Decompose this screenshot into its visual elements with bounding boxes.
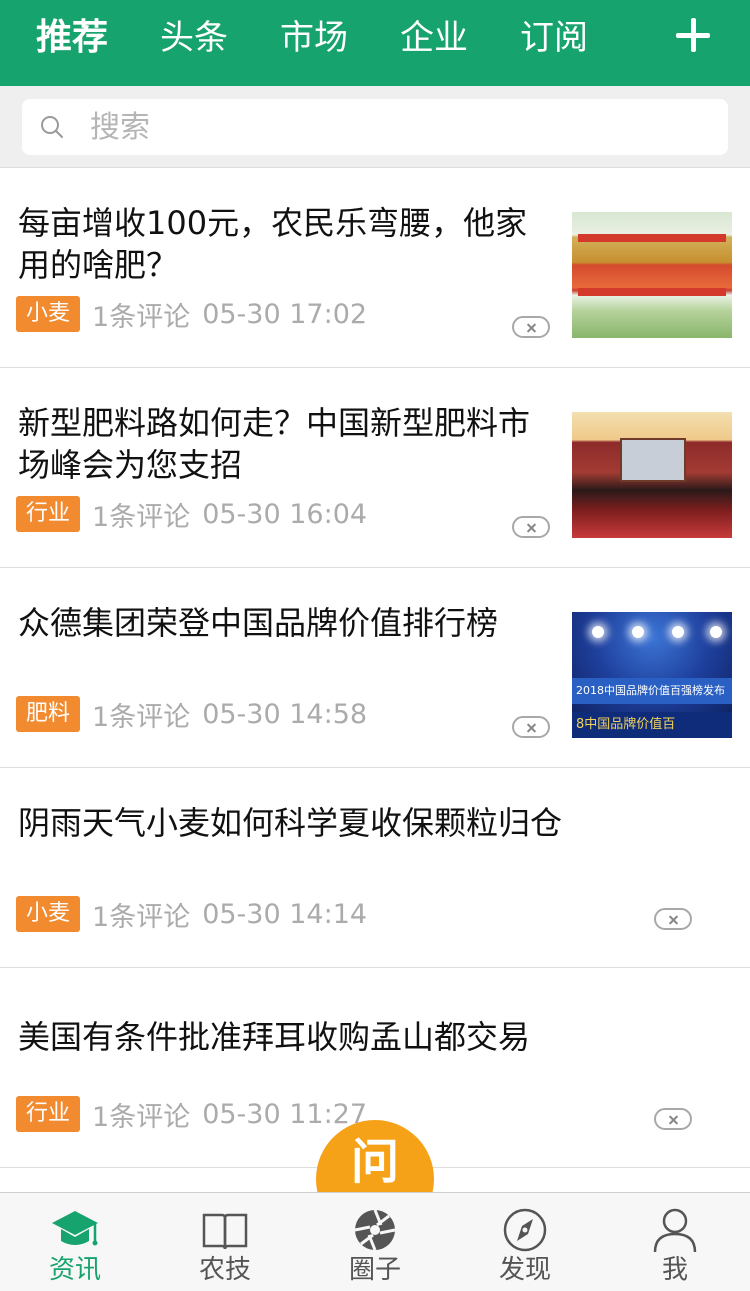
thumbnail-caption: 2018中国品牌价值百强榜发布 (576, 684, 725, 697)
stage-light (672, 626, 684, 638)
nav-item-discover[interactable]: 发现 (450, 1193, 600, 1291)
category-tag: 肥料 (16, 696, 81, 732)
tab-headlines[interactable]: 头条 (160, 14, 228, 62)
dismiss-icon[interactable] (654, 908, 692, 930)
news-title[interactable]: 每亩增收100元，农民乐弯腰，他家用的啥肥？ (18, 202, 558, 286)
publish-time: 05-30 14:14 (202, 898, 368, 930)
top-tab-bar: 推荐 头条 市场 企业 订阅 (0, 0, 750, 86)
news-thumbnail[interactable] (572, 412, 732, 538)
publish-time: 05-30 11:27 (202, 1098, 368, 1130)
banner-shape (578, 288, 726, 296)
search-bar (0, 86, 750, 168)
news-meta: 肥料 1条评论 05-30 14:58 (16, 696, 368, 733)
news-title[interactable]: 新型肥料路如何走？中国新型肥料市场峰会为您支招 (18, 402, 558, 486)
news-meta: 小麦 1条评论 05-30 17:02 (16, 296, 368, 333)
tab-subscribe[interactable]: 订阅 (520, 14, 588, 62)
comment-count: 1条评论 (92, 301, 191, 333)
category-tag: 行业 (16, 496, 81, 532)
search-input[interactable] (90, 105, 690, 149)
tab-recommend[interactable]: 推荐 (36, 14, 108, 62)
news-thumbnail[interactable] (572, 212, 732, 338)
thumbnail-caption: 8中国品牌价值百 (576, 717, 676, 732)
dismiss-icon[interactable] (654, 1108, 692, 1130)
graduation-cap-icon (52, 1211, 98, 1246)
nav-label: 资讯 (48, 1255, 101, 1285)
nav-label: 农技 (198, 1255, 251, 1285)
news-item[interactable]: 阴雨天气小麦如何科学夏收保颗粒归仓 小麦 1条评论 05-30 14:14 (0, 768, 750, 968)
aperture-icon (354, 1209, 396, 1251)
news-title[interactable]: 美国有条件批准拜耳收购孟山都交易 (18, 1016, 618, 1058)
news-thumbnail[interactable]: 2018中国品牌价值百强榜发布 8中国品牌价值百 (572, 612, 732, 738)
publish-time: 05-30 16:04 (202, 498, 368, 530)
nav-item-agritech[interactable]: 农技 (150, 1193, 300, 1291)
nav-label: 发现 (498, 1255, 551, 1285)
news-item[interactable]: 每亩增收100元，农民乐弯腰，他家用的啥肥？ 小麦 1条评论 05-30 17:… (0, 168, 750, 368)
category-tag: 小麦 (16, 296, 81, 332)
news-item[interactable]: 新型肥料路如何走？中国新型肥料市场峰会为您支招 行业 1条评论 05-30 16… (0, 368, 750, 568)
category-tag: 行业 (16, 1096, 81, 1132)
dismiss-icon[interactable] (512, 516, 550, 538)
nav-item-me[interactable]: 我 (600, 1193, 750, 1291)
tab-enterprise[interactable]: 企业 (400, 14, 468, 62)
category-tag: 小麦 (16, 896, 81, 932)
news-meta: 行业 1条评论 05-30 11:27 (16, 1096, 368, 1133)
search-box[interactable] (22, 99, 728, 155)
news-item[interactable]: 众德集团荣登中国品牌价值排行榜 肥料 1条评论 05-30 14:58 2018… (0, 568, 750, 768)
comment-count: 1条评论 (92, 901, 191, 933)
publish-time: 05-30 17:02 (202, 298, 368, 330)
comment-count: 1条评论 (92, 501, 191, 533)
news-meta: 行业 1条评论 05-30 16:04 (16, 496, 368, 533)
bottom-navigation: 资讯 农技 圈子 发现 我 (0, 1192, 750, 1291)
nav-label: 我 (661, 1255, 688, 1285)
tabs-overflow-fade (630, 0, 670, 86)
news-meta: 小麦 1条评论 05-30 14:14 (16, 896, 368, 933)
nav-label: 圈子 (348, 1255, 401, 1285)
plus-icon[interactable] (676, 18, 710, 52)
publish-time: 05-30 14:58 (202, 698, 368, 730)
nav-item-news[interactable]: 资讯 (0, 1193, 150, 1291)
dismiss-icon[interactable] (512, 716, 550, 738)
stage-light (710, 626, 722, 638)
search-icon (41, 116, 63, 138)
banner-shape (578, 234, 726, 242)
comment-count: 1条评论 (92, 701, 191, 733)
news-title[interactable]: 众德集团荣登中国品牌价值排行榜 (18, 602, 558, 644)
user-icon (653, 1208, 697, 1253)
channel-tabs: 推荐 头条 市场 企业 订阅 (0, 0, 640, 86)
stage-screen-shape (620, 438, 686, 482)
news-title[interactable]: 阴雨天气小麦如何科学夏收保颗粒归仓 (18, 802, 618, 844)
comment-count: 1条评论 (92, 1101, 191, 1133)
stage-light (592, 626, 604, 638)
tab-market[interactable]: 市场 (280, 14, 348, 62)
compass-icon (503, 1208, 547, 1252)
book-icon (202, 1213, 248, 1250)
dismiss-icon[interactable] (512, 316, 550, 338)
nav-item-circle[interactable]: 圈子 (300, 1193, 450, 1291)
stage-light (632, 626, 644, 638)
